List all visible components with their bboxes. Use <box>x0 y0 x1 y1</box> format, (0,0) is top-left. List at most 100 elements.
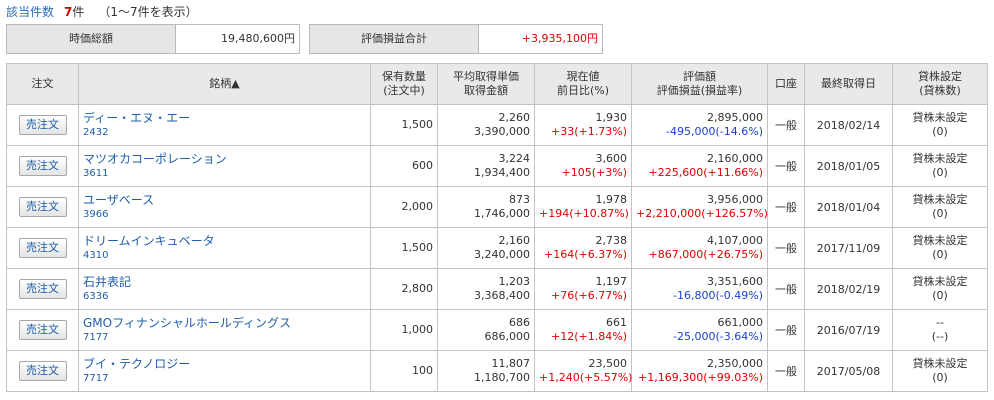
value-cell: 2,895,000 -495,000(-14.6%) <box>631 104 768 146</box>
date-cell: 2018/02/19 <box>804 268 893 310</box>
day-change: +1,240(+5.57%) <box>539 371 633 384</box>
day-change: +164(+6.37%) <box>544 248 627 261</box>
lend-status: 貸株未設定 <box>912 152 968 165</box>
value-cell: 2,350,000 +1,169,300(+99.03%) <box>631 350 768 392</box>
col-account-label: 口座 <box>775 77 797 90</box>
qty-cell: 100 <box>370 350 438 392</box>
account-type: 一般 <box>775 201 797 214</box>
cost-amount: 686,000 <box>484 330 531 343</box>
stock-code[interactable]: 2432 <box>83 126 366 140</box>
table-row: 売注文 石井表記 6336 2,800 1,203 3,368,400 1,197 +76(+… <box>6 268 988 310</box>
price-cell: 1,930 +33(+1.73%) <box>534 104 632 146</box>
avg-cell: 2,260 3,390,000 <box>437 104 535 146</box>
col-qty-label: 保有数量 <box>382 70 426 83</box>
col-avg[interactable]: 平均取得単価 取得金額 <box>437 63 535 105</box>
avg-price: 3,224 <box>498 152 531 165</box>
col-avg-sub: 取得金額 <box>464 84 508 97</box>
lend-status: 貸株未設定 <box>912 111 968 124</box>
stock-code[interactable]: 7717 <box>83 372 366 386</box>
stock-code[interactable]: 3966 <box>83 208 366 222</box>
col-stock[interactable]: 銘柄▲ <box>78 63 371 105</box>
sell-order-button[interactable]: 売注文 <box>18 156 67 176</box>
avg-price: 2,160 <box>498 234 531 247</box>
order-cell: 売注文 <box>6 145 79 187</box>
col-avg-label: 平均取得単価 <box>453 70 519 83</box>
date-cell: 2017/05/08 <box>804 350 893 392</box>
value-cell: 3,351,600 -16,800(-0.49%) <box>631 268 768 310</box>
date-cell: 2017/11/09 <box>804 227 893 269</box>
stock-name-link[interactable]: ブイ・テクノロジー <box>83 357 366 372</box>
stock-name-link[interactable]: ディー・エヌ・エー <box>83 111 366 126</box>
qty-cell: 1,000 <box>370 309 438 351</box>
account-type: 一般 <box>775 365 797 378</box>
sell-order-button[interactable]: 売注文 <box>18 361 67 381</box>
sell-order-button[interactable]: 売注文 <box>18 279 67 299</box>
sell-order-button[interactable]: 売注文 <box>18 115 67 135</box>
unrealized-pl: +867,000(+26.75%) <box>648 248 763 261</box>
col-order-label: 注文 <box>31 77 54 90</box>
result-range: （1〜7件を表示） <box>98 5 198 19</box>
stock-code[interactable]: 6336 <box>83 290 366 304</box>
col-lend: 貸株設定 (貸株数) <box>892 63 988 105</box>
cost-amount: 3,240,000 <box>474 248 530 261</box>
last-acquired-date: 2018/01/05 <box>816 159 881 173</box>
stock-name-link[interactable]: 石井表記 <box>83 275 366 290</box>
account-type: 一般 <box>775 283 797 296</box>
unrealized-pl: -495,000(-14.6%) <box>666 125 763 138</box>
stock-code[interactable]: 7177 <box>83 331 366 345</box>
lend-qty: (0) <box>932 125 948 138</box>
stock-name-link[interactable]: ドリームインキュベータ <box>83 234 366 249</box>
day-change: +12(+1.84%) <box>551 330 627 343</box>
col-stock-label[interactable]: 銘柄▲ <box>209 77 239 90</box>
account-cell: 一般 <box>767 186 805 228</box>
stock-name-link[interactable]: マツオカコーポレーション <box>83 152 366 167</box>
stock-code[interactable]: 3611 <box>83 167 366 181</box>
stock-cell: ブイ・テクノロジー 7717 <box>78 350 371 392</box>
current-price: 1,978 <box>595 193 628 206</box>
sell-order-button[interactable]: 売注文 <box>18 238 67 258</box>
price-cell: 1,978 +194(+10.87%) <box>534 186 632 228</box>
stock-name-link[interactable]: ユーザベース <box>83 193 366 208</box>
market-value: 661,000 <box>717 316 764 329</box>
current-price: 3,600 <box>595 152 628 165</box>
day-change: +194(+10.87%) <box>539 207 629 220</box>
current-price: 661 <box>606 316 627 329</box>
qty-cell: 2,000 <box>370 186 438 228</box>
col-order: 注文 <box>6 63 79 105</box>
col-value[interactable]: 評価額 評価損益(損益率) <box>631 63 768 105</box>
table-header-row: 注文 銘柄▲ 保有数量 (注文中) 平均取得単価 取得金額 現在値 前日比(%) 評価… <box>6 63 988 105</box>
date-cell: 2018/02/14 <box>804 104 893 146</box>
col-last-date[interactable]: 最終取得日 <box>804 63 893 105</box>
account-cell: 一般 <box>767 227 805 269</box>
stock-cell: マツオカコーポレーション 3611 <box>78 145 371 187</box>
avg-price: 2,260 <box>498 111 531 124</box>
stock-code[interactable]: 4310 <box>83 249 366 263</box>
stock-cell: ドリームインキュベータ 4310 <box>78 227 371 269</box>
stock-name-link[interactable]: GMOフィナンシャルホールディングス <box>83 316 366 331</box>
qty-value: 100 <box>412 364 433 377</box>
avg-cell: 11,807 1,180,700 <box>437 350 535 392</box>
col-value-sub: 評価損益(損益率) <box>656 84 743 97</box>
sell-order-button[interactable]: 売注文 <box>18 197 67 217</box>
market-value: 4,107,000 <box>707 234 763 247</box>
stock-cell: 石井表記 6336 <box>78 268 371 310</box>
table-row: 売注文 ドリームインキュベータ 4310 1,500 2,160 3,240,000 2,7… <box>6 227 988 269</box>
pl-total-amount: +3,935,100円 <box>479 25 602 53</box>
qty-cell: 1,500 <box>370 104 438 146</box>
lend-cell: 貸株未設定 (0) <box>892 268 988 310</box>
order-cell: 売注文 <box>6 227 79 269</box>
sell-order-button[interactable]: 売注文 <box>18 320 67 340</box>
col-qty[interactable]: 保有数量 (注文中) <box>370 63 438 105</box>
market-value: 3,351,600 <box>707 275 763 288</box>
col-account[interactable]: 口座 <box>767 63 805 105</box>
market-value-summary: 時価総額 19,480,600円 <box>6 24 300 54</box>
col-price-sub: 前日比(%) <box>556 84 610 97</box>
account-type: 一般 <box>775 160 797 173</box>
stock-cell: GMOフィナンシャルホールディングス 7177 <box>78 309 371 351</box>
table-row: 売注文 マツオカコーポレーション 3611 600 3,224 1,934,400 3,60… <box>6 145 988 187</box>
qty-value: 1,000 <box>401 323 434 336</box>
lend-qty: (0) <box>932 207 948 220</box>
qty-cell: 1,500 <box>370 227 438 269</box>
lend-status: 貸株未設定 <box>912 357 968 370</box>
col-price[interactable]: 現在値 前日比(%) <box>534 63 632 105</box>
